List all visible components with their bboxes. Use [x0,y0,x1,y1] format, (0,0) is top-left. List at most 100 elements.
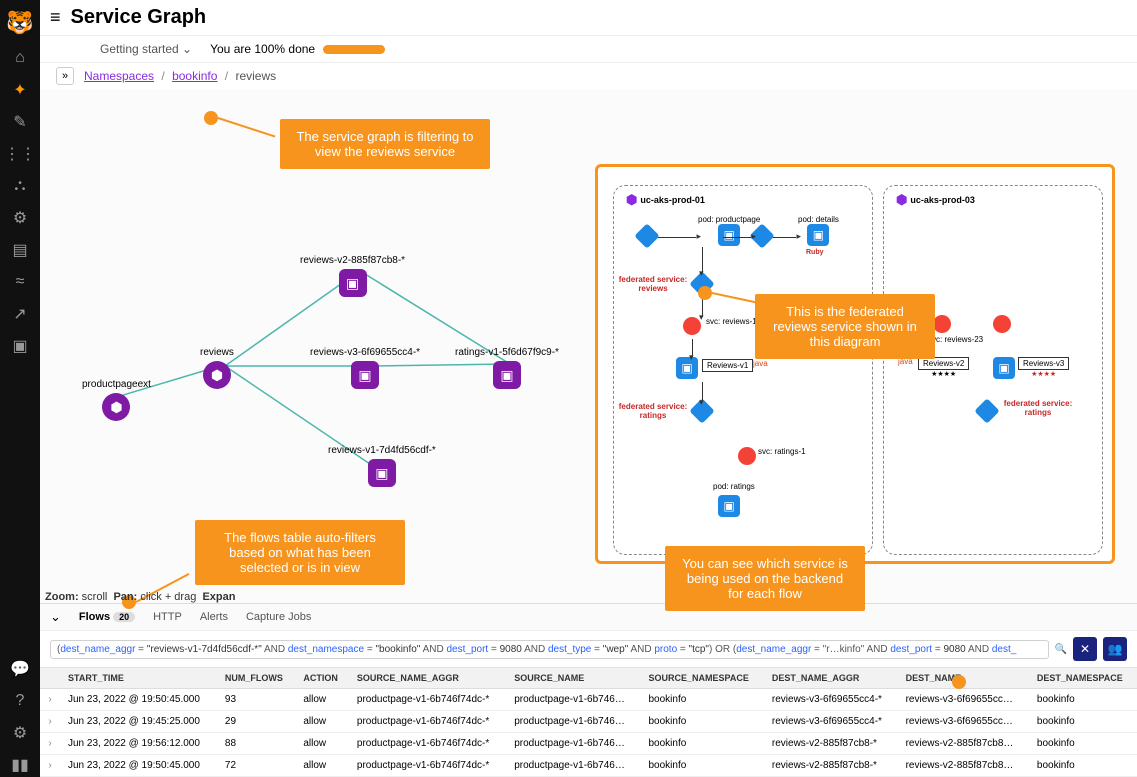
tab-http[interactable]: HTTP [153,611,182,623]
cluster-2-label: ⬢uc-aks-prod-03 [896,192,975,208]
flows-table: START_TIMENUM_FLOWSACTIONSOURCE_NAME_AGG… [40,668,1137,777]
service-graph-icon[interactable]: ✦ [8,78,32,102]
progress-text: You are 100% done [210,42,315,56]
node-reviews-v2[interactable]: reviews-v2-885f87cb8-*▣ [300,255,405,297]
node-reviews[interactable]: reviews⬢ [200,347,234,389]
annotation-dot-1 [204,111,218,125]
architecture-diagram: ⬢uc-aks-prod-01 ⬢uc-aks-prod-03 pod: pro… [595,164,1115,564]
getting-started-dropdown[interactable]: Getting started ⌄ [100,42,192,56]
svc-ratings1-label: svc: ratings-1 [758,447,806,456]
tab-flows[interactable]: Flows20 [79,611,135,623]
fed-ratings-label: federated service: ratings [618,402,688,420]
node-reviews-v1[interactable]: reviews-v1-7d4fd56cdf-*▣ [328,445,436,487]
breadcrumb: Namespaces / bookinfo / reviews [84,69,276,83]
col-dest_namespace[interactable]: DEST_NAMESPACE [1029,668,1137,689]
mini-details: pod: details▣ [798,215,839,246]
col-source_namespace[interactable]: SOURCE_NAMESPACE [641,668,764,689]
col-dest_name_aggr[interactable]: DEST_NAME_AGGR [764,668,898,689]
bottom-tabs: ⌄ Flows20 HTTP Alerts Capture Jobs [40,603,1137,631]
col-num_flows[interactable]: NUM_FLOWS [217,668,295,689]
breadcrumb-namespaces[interactable]: Namespaces [84,69,154,83]
nodes-icon[interactable]: ⋮⋮ [8,142,32,166]
reviews-v3-pod: ▣ [993,357,1015,379]
row-expand-icon[interactable]: › [40,689,60,711]
logo-icon: 🐯 [6,10,34,38]
package-icon[interactable]: ▣ [8,334,32,358]
svc-reviews23-icon [933,315,951,333]
annotation-line-1 [218,117,276,137]
page-title: Service Graph [71,6,207,29]
node-ratings[interactable]: ratings-v1-5f6d67f9c9-*▣ [455,347,559,389]
panel-expand-icon[interactable]: » [56,67,74,85]
main-content: ≡ Service Graph Getting started ⌄ You ar… [40,0,1137,777]
fed-ratings-label-2: federated service: ratings [1003,399,1073,417]
svc-reviews1-label: svc: reviews-1 [706,317,757,326]
zoom-hint: Zoom: scroll Pan: click + drag Expan [45,591,235,603]
clear-filter-button[interactable]: ✕ [1073,637,1097,661]
fed-ratings-node-2 [978,402,996,420]
breadcrumb-leaf: reviews [235,69,276,83]
table-row[interactable]: ›Jun 23, 2022 @ 19:56:12.00088allowprodu… [40,733,1137,755]
table-row[interactable]: ›Jun 23, 2022 @ 19:45:25.00029allowprodu… [40,711,1137,733]
edit-icon[interactable]: ✎ [8,110,32,134]
progress-bar [323,45,385,54]
collapse-icon[interactable]: ⌄ [50,609,61,625]
col-source_name[interactable]: SOURCE_NAME [506,668,640,689]
progress-indicator: You are 100% done [210,42,385,56]
mini-ingress [638,227,656,245]
tab-capture-jobs[interactable]: Capture Jobs [246,611,311,623]
pod-ratings-label: pod: ratings [713,482,755,491]
svc-reviews23-icon2 [993,315,1011,333]
reviews-v2-box: Reviews-v2★★★★ [918,357,969,378]
help-icon[interactable]: ? [8,689,32,713]
annotation-4: You can see which service is being used … [665,546,865,611]
col-action[interactable]: ACTION [295,668,349,689]
stats-icon[interactable]: ▮▮ [8,753,32,777]
reviews-v3-box: Reviews-v3★★★★ [1018,357,1069,378]
filter-query[interactable]: (dest_name_aggr = "reviews-v1-7d4fd56cdf… [50,640,1049,659]
reviews-v1-box: Reviews-v1 [702,359,753,372]
java-label-1: java [753,359,768,368]
chat-icon[interactable]: 💬 [8,657,32,681]
table-header: START_TIMENUM_FLOWSACTIONSOURCE_NAME_AGG… [40,668,1137,689]
graph-canvas[interactable]: productpageext⬢ reviews⬢ reviews-v2-885f… [40,89,1137,603]
filter-row: (dest_name_aggr = "reviews-v1-7d4fd56cdf… [40,631,1137,668]
breadcrumb-row: » Namespaces / bookinfo / reviews [40,63,1137,89]
annotation-1: The service graph is filtering to view t… [280,119,490,169]
pod-ratings-icon: ▣ [718,495,740,517]
filter-users-button[interactable]: 👥 [1103,637,1127,661]
settings-icon[interactable]: ⚙ [8,721,32,745]
clipboard-icon[interactable]: ▤ [8,238,32,262]
hamburger-icon[interactable]: ≡ [50,7,61,28]
search-icon[interactable]: 🔍 [1055,644,1067,655]
table-row[interactable]: ›Jun 23, 2022 @ 19:50:45.00072allowprodu… [40,755,1137,777]
node-productpageext[interactable]: productpageext⬢ [82,379,151,421]
row-expand-icon[interactable]: › [40,711,60,733]
org-icon[interactable]: ⛬ [8,174,32,198]
subheader: Getting started ⌄ You are 100% done [40,36,1137,63]
col-source_name_aggr[interactable]: SOURCE_NAME_AGGR [349,668,506,689]
table-row[interactable]: ›Jun 23, 2022 @ 19:50:45.00093allowprodu… [40,689,1137,711]
cluster-1-label: ⬢uc-aks-prod-01 [626,192,705,208]
col-start_time[interactable]: START_TIME [60,668,217,689]
breadcrumb-bookinfo[interactable]: bookinfo [172,69,217,83]
table-body: ›Jun 23, 2022 @ 19:50:45.00093allowprodu… [40,689,1137,777]
page-header: ≡ Service Graph [40,0,1137,36]
left-nav-sidebar: 🐯 ⌂ ✦ ✎ ⋮⋮ ⛬ ⚙ ▤ ≈ ↗ ▣ 💬 ? ⚙ ▮▮ [0,0,40,777]
analytics-icon[interactable]: ≈ [8,270,32,294]
annotation-dot-2 [698,286,712,300]
svc-ratings1-icon [738,447,756,465]
home-icon[interactable]: ⌂ [8,46,32,70]
annotation-dot-4 [952,675,966,689]
cluster-icon[interactable]: ⚙ [8,206,32,230]
tab-alerts[interactable]: Alerts [200,611,228,623]
trend-icon[interactable]: ↗ [8,302,32,326]
annotation-2: This is the federated reviews service sh… [755,294,935,359]
ruby-label: Ruby [806,249,824,256]
node-reviews-v3[interactable]: reviews-v3-6f69655cc4-*▣ [310,347,420,389]
row-expand-icon[interactable]: › [40,733,60,755]
annotation-3: The flows table auto-filters based on wh… [195,520,405,585]
fed-reviews-label: federated service: reviews [618,275,688,293]
svc-reviews23-label: svc: reviews-23 [928,335,983,344]
row-expand-icon[interactable]: › [40,755,60,777]
